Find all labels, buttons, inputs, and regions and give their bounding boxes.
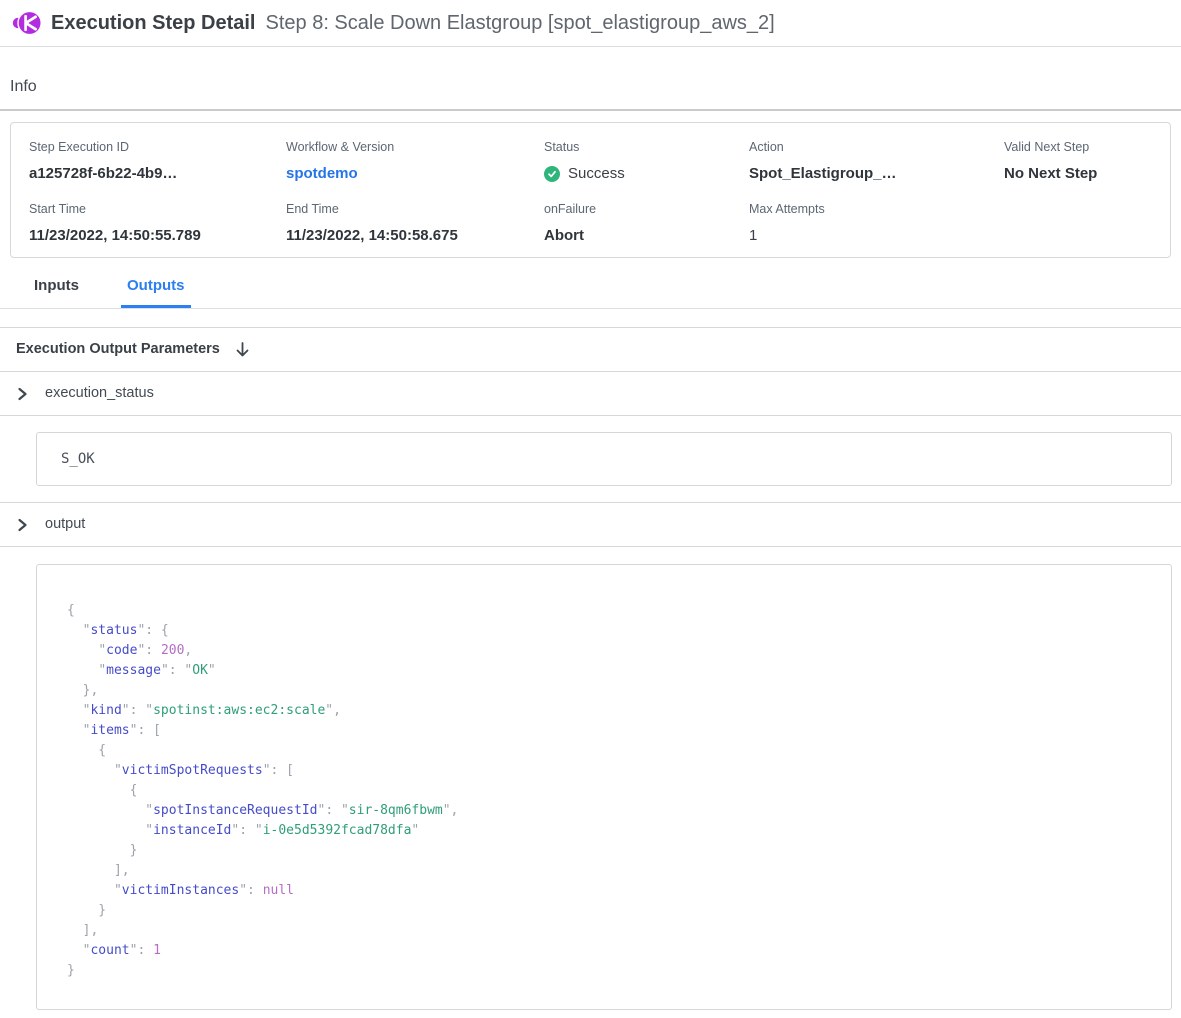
page-title: Execution Step Detail <box>51 12 256 35</box>
info-card-row-1: Step Execution ID a125728f-6b22-4b9… Wor… <box>29 140 1170 183</box>
tab-outputs[interactable]: Outputs <box>121 258 191 308</box>
execution-status-value-box: S_OK <box>36 432 1172 486</box>
field-start-time: Start Time 11/23/2022, 14:50:55.789 <box>29 202 286 245</box>
field-value: 11/23/2022, 14:50:58.675 <box>286 227 544 245</box>
success-check-icon <box>544 166 560 182</box>
info-card-row-2: Start Time 11/23/2022, 14:50:55.789 End … <box>29 202 1170 245</box>
field-step-execution-id: Step Execution ID a125728f-6b22-4b9… <box>29 140 286 183</box>
field-label: Action <box>749 140 1004 155</box>
page-subtitle: Step 8: Scale Down Elastgroup [spot_elas… <box>266 12 775 35</box>
field-value: Abort <box>544 227 749 245</box>
chevron-right-icon <box>16 518 29 532</box>
field-action: Action Spot_Elastigroup_… <box>749 140 1004 183</box>
arrow-down-icon <box>234 341 251 358</box>
output-section-toggle[interactable]: output <box>0 503 1181 547</box>
field-value: a125728f-6b22-4b9… <box>29 165 286 183</box>
field-value: 1 <box>749 227 1004 245</box>
status-value: Success <box>544 165 749 183</box>
field-workflow-version: Workflow & Version spotdemo <box>286 140 544 183</box>
status-text: Success <box>568 165 625 183</box>
workflow-link[interactable]: spotdemo <box>286 165 358 182</box>
execution-output-parameters-header: Execution Output Parameters <box>0 328 1181 372</box>
field-label: Start Time <box>29 202 286 217</box>
field-label: Valid Next Step <box>1004 140 1170 155</box>
execution-status-section-toggle[interactable]: execution_status <box>0 372 1181 416</box>
chevron-right-icon <box>16 387 29 401</box>
field-end-time: End Time 11/23/2022, 14:50:58.675 <box>286 202 544 245</box>
tab-bar: Inputs Outputs <box>0 258 1181 309</box>
field-label: Workflow & Version <box>286 140 544 155</box>
json-code: { "status": { "code": 200, "message": "O… <box>67 601 1171 981</box>
field-status: Status Success <box>544 140 749 183</box>
field-label: Status <box>544 140 749 155</box>
execution-status-value: S_OK <box>61 451 95 467</box>
execution-status-label: execution_status <box>45 385 154 402</box>
field-value: No Next Step <box>1004 165 1170 183</box>
field-label: Step Execution ID <box>29 140 286 155</box>
field-value: Spot_Elastigroup_… <box>749 165 1004 183</box>
field-label: onFailure <box>544 202 749 217</box>
field-label: End Time <box>286 202 544 217</box>
page-header: Execution Step Detail Step 8: Scale Down… <box>0 0 1181 47</box>
collapse-all-button[interactable] <box>234 341 251 358</box>
tab-inputs[interactable]: Inputs <box>28 258 85 308</box>
info-section-heading: Info <box>10 77 1181 97</box>
output-json-box: { "status": { "code": 200, "message": "O… <box>36 564 1172 1010</box>
output-label: output <box>45 516 85 533</box>
field-value: 11/23/2022, 14:50:55.789 <box>29 227 286 245</box>
info-divider <box>0 109 1181 111</box>
field-valid-next-step: Valid Next Step No Next Step <box>1004 140 1170 183</box>
field-on-failure: onFailure Abort <box>544 202 749 245</box>
execution-output-parameters-label: Execution Output Parameters <box>16 340 220 358</box>
info-card: Step Execution ID a125728f-6b22-4b9… Wor… <box>10 122 1171 258</box>
field-max-attempts: Max Attempts 1 <box>749 202 1004 245</box>
app-logo-icon <box>12 8 42 38</box>
field-label: Max Attempts <box>749 202 1004 217</box>
